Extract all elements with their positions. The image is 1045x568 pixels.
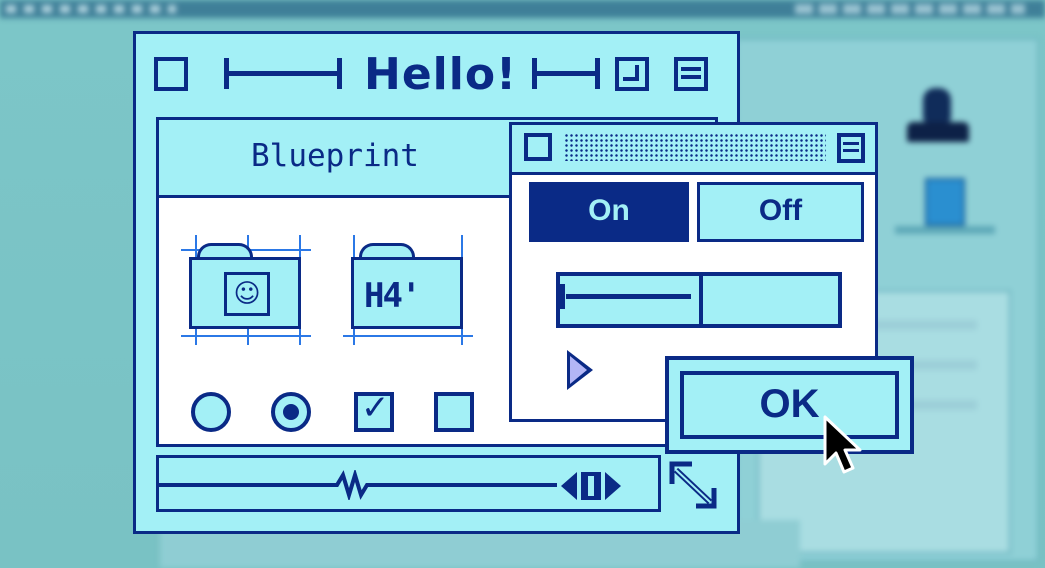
checkbox-unchecked[interactable]	[434, 392, 474, 432]
mouse-pointer-icon	[823, 415, 862, 474]
scroll-left-arrow-icon[interactable]	[561, 472, 577, 500]
squiggle-icon	[327, 470, 379, 500]
play-triangle-icon[interactable]	[567, 350, 593, 390]
window-title: Hello!	[364, 49, 518, 100]
zoom-box[interactable]	[615, 57, 649, 91]
finder-face-icon: ☺	[224, 272, 270, 316]
title-bar-stripe-left	[224, 58, 342, 89]
header-label: Blueprint	[251, 138, 419, 174]
resize-grow-icon[interactable]	[666, 458, 721, 512]
popup-title-bar[interactable]	[512, 125, 875, 175]
user-icon[interactable]	[905, 88, 971, 148]
popup-shade-box[interactable]	[837, 133, 865, 163]
title-bar[interactable]: Hello!	[136, 34, 737, 114]
title-bar-stripe-right	[532, 58, 600, 89]
scroll-thumb[interactable]	[581, 472, 601, 500]
menu-bar	[0, 0, 1045, 18]
segment-on[interactable]: On	[529, 182, 689, 242]
popup-close-box[interactable]	[524, 133, 552, 161]
title-pattern	[564, 133, 826, 161]
document-icon-label	[895, 226, 995, 234]
close-box[interactable]	[154, 57, 188, 91]
progress-bar	[556, 272, 842, 328]
document-icon[interactable]	[925, 178, 965, 226]
finder-folder-icon[interactable]: ☺	[181, 235, 311, 345]
segment-off[interactable]: Off	[697, 182, 864, 242]
radio-button-off[interactable]	[191, 392, 231, 432]
scroll-right-arrow-icon[interactable]	[605, 472, 621, 500]
ok-button-frame: OK	[665, 356, 914, 454]
progress-divider	[699, 276, 703, 324]
window-shade-box[interactable]	[674, 57, 708, 91]
ok-button[interactable]: OK	[680, 371, 899, 439]
horizontal-scrollbar[interactable]	[156, 455, 661, 512]
radio-button-on[interactable]	[271, 392, 311, 432]
checkbox-checked[interactable]	[354, 388, 394, 432]
dimension-label: H4'	[364, 276, 421, 316]
progress-fill	[560, 284, 691, 309]
dimension-folder-icon[interactable]: H4'	[343, 235, 473, 345]
